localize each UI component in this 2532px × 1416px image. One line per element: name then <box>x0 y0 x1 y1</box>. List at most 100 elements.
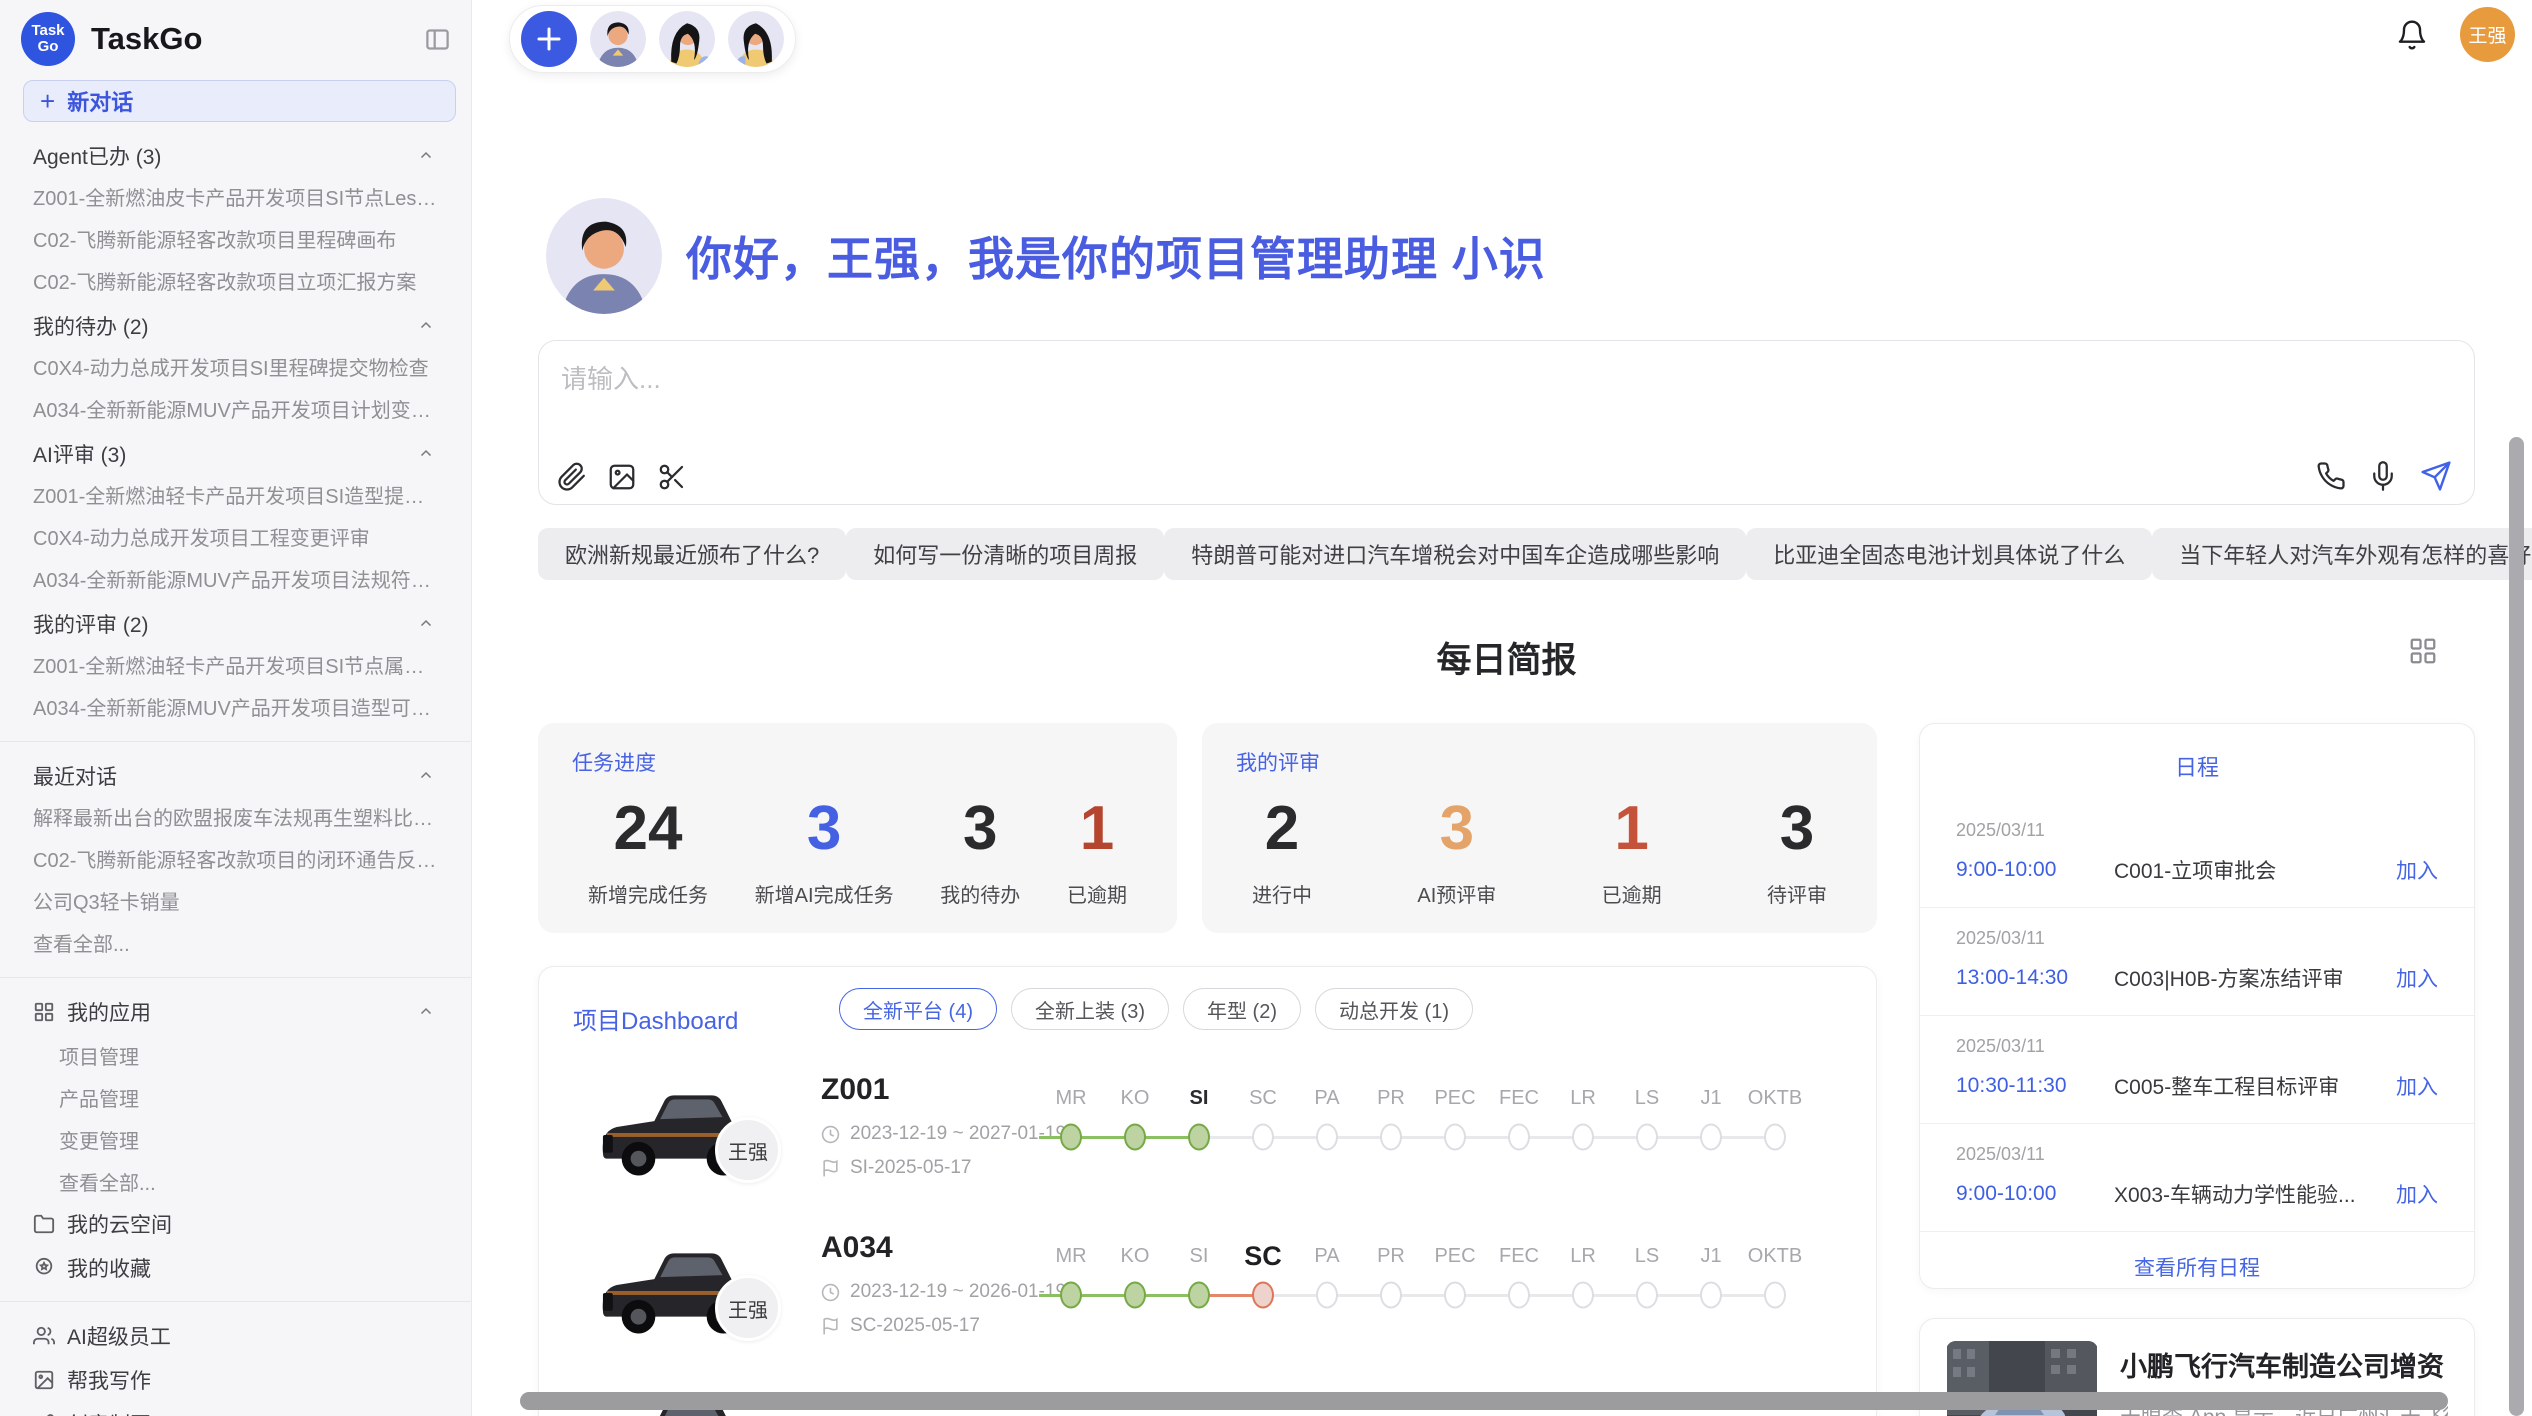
milestone: LR <box>1551 1239 1615 1317</box>
stat-value: 2 <box>1252 795 1312 863</box>
vertical-scrollbar[interactable] <box>2509 437 2524 1416</box>
suggestion-chip[interactable]: 欧洲新规最近颁布了什么? <box>538 528 846 580</box>
session-avatar-2[interactable] <box>659 11 715 67</box>
project-row[interactable]: 王强 Z001 2023-12-19 ~ 2027-01-19 SI-2025-… <box>539 1071 1876 1229</box>
microphone-button[interactable] <box>2368 460 2398 492</box>
suggestion-chip[interactable]: 特朗普可能对进口汽车增税会对中国车企造成哪些影响 <box>1164 528 1746 580</box>
stat: 3 待评审 <box>1767 795 1827 908</box>
milestone-dot <box>1252 1282 1274 1309</box>
sidebar-collapse-button[interactable] <box>424 26 451 53</box>
join-link[interactable]: 加入 <box>2396 963 2438 993</box>
stat: 1 已逾期 <box>1067 795 1127 908</box>
milestone-timeline: MR KO SI SC PA PR PEC FEC LR LS J1 OKTB <box>1039 1239 1807 1317</box>
project-row[interactable]: 王强 A034 2023-12-19 ~ 2026-01-19 SC-2025-… <box>539 1229 1876 1387</box>
suggestion-chip[interactable]: 当下年轻人对汽车外观有怎样的喜好趋势 <box>2152 528 2532 580</box>
stat-value: 3 <box>1767 795 1827 863</box>
attach-file-button[interactable] <box>557 462 587 492</box>
sidebar-item[interactable]: C02-飞腾新能源轻客改款项目立项汇报方案 <box>0 262 471 304</box>
sidebar-item-help-write[interactable]: 帮我写作 <box>0 1358 471 1402</box>
logo-text-bottom: Go <box>38 39 59 55</box>
filter-pill[interactable]: 动总开发 (1) <box>1315 988 1473 1030</box>
milestone-label: MR <box>1039 1239 1103 1273</box>
sidebar-item-favorites[interactable]: 我的收藏 <box>0 1246 471 1290</box>
sidebar-item[interactable]: Z001-全新燃油轻卡产品开发项目SI造型提交物评审 <box>0 476 471 518</box>
apps-view-all[interactable]: 查看全部... <box>0 1160 471 1202</box>
app-item-project-mgmt[interactable]: 项目管理 <box>0 1034 471 1076</box>
user-avatar[interactable]: 王强 <box>2460 7 2515 62</box>
join-link[interactable]: 加入 <box>2396 1179 2438 1209</box>
stat: 1 已逾期 <box>1602 795 1662 908</box>
filter-pill[interactable]: 年型 (2) <box>1183 988 1301 1030</box>
sidebar-item-creative-draw[interactable]: 创意制图 <box>0 1402 471 1416</box>
join-link[interactable]: 加入 <box>2396 855 2438 885</box>
session-avatar-3[interactable] <box>728 11 784 67</box>
greeting: 你好，王强，我是你的项目管理助理 小识 <box>546 198 1546 314</box>
session-avatar-1[interactable] <box>590 11 646 67</box>
milestone: SI <box>1167 1081 1231 1159</box>
join-link[interactable]: 加入 <box>2396 1071 2438 1101</box>
stat-label: 新增完成任务 <box>588 879 708 908</box>
view-all-schedule-link[interactable]: 查看所有日程 <box>1920 1231 2474 1304</box>
image-icon <box>607 462 637 492</box>
send-button[interactable] <box>2420 460 2452 492</box>
add-session-button[interactable] <box>521 11 577 67</box>
section-my-review[interactable]: 我的评审 (2) <box>0 602 471 646</box>
recent-chat-item[interactable]: 解释最新出台的欧盟报废车法规再生塑料比例被调至15%... <box>0 798 471 840</box>
filter-pill[interactable]: 全新上装 (3) <box>1011 988 1169 1030</box>
milestone-track <box>1423 1115 1487 1159</box>
section-agent-done[interactable]: Agent已办 (3) <box>0 134 471 178</box>
badge-star-icon <box>33 1257 55 1279</box>
briefing-layout-button[interactable] <box>2408 636 2438 666</box>
sidebar-item-ai-employees[interactable]: AI超级员工 <box>0 1314 471 1358</box>
milestone-dot <box>1700 1282 1722 1309</box>
app-item-product-mgmt[interactable]: 产品管理 <box>0 1076 471 1118</box>
milestone-label: OKTB <box>1743 1081 1807 1115</box>
suggestion-chip[interactable]: 如何写一份清晰的项目周报 <box>846 528 1164 580</box>
voice-call-button[interactable] <box>2316 460 2346 492</box>
suggestion-chip[interactable]: 比亚迪全固态电池计划具体说了什么 <box>1746 528 2152 580</box>
recent-view-all[interactable]: 查看全部... <box>0 924 471 966</box>
milestone-track <box>1743 1115 1807 1159</box>
attach-image-button[interactable] <box>607 462 637 492</box>
section-my-todo[interactable]: 我的待办 (2) <box>0 304 471 348</box>
sidebar-item[interactable]: A034-全新新能源MUV产品开发项目计划变更表编写 <box>0 390 471 432</box>
milestone-dot <box>1636 1282 1658 1309</box>
section-ai-review[interactable]: AI评审 (3) <box>0 432 471 476</box>
screenshot-button[interactable] <box>657 462 687 492</box>
sidebar-item-label: 我的应用 <box>67 997 151 1027</box>
recent-chat-item[interactable]: C02-飞腾新能源轻客改款项目的闭环通告反馈情况 <box>0 840 471 882</box>
new-chat-button[interactable]: + 新对话 <box>23 80 456 122</box>
assistant-avatar <box>546 198 662 314</box>
milestone-timeline: MR KO SI SC PA PR PEC FEC LR LS J1 OKTB <box>1039 1081 1807 1159</box>
milestone-label: OKTB <box>1743 1239 1807 1273</box>
avatar-image <box>728 11 784 67</box>
recent-chat-item[interactable]: 公司Q3轻卡销量 <box>0 882 471 924</box>
milestone-track <box>1615 1273 1679 1317</box>
app-item-change-mgmt[interactable]: 变更管理 <box>0 1118 471 1160</box>
sidebar-item-my-apps[interactable]: 我的应用 <box>0 990 471 1034</box>
dashboard-title: 项目Dashboard <box>573 1001 738 1036</box>
section-recent-chats[interactable]: 最近对话 <box>0 754 471 798</box>
horizontal-scrollbar[interactable] <box>520 1392 2448 1410</box>
milestone-track <box>1103 1273 1167 1317</box>
filter-pill[interactable]: 全新平台 (4) <box>839 988 997 1030</box>
milestone-dot <box>1124 1282 1146 1309</box>
plus-icon <box>534 24 564 54</box>
milestone-track <box>1231 1115 1295 1159</box>
notifications-button[interactable] <box>2396 19 2428 51</box>
milestone: FEC <box>1487 1239 1551 1317</box>
sidebar-item[interactable]: Z001-全新燃油轻卡产品开发项目SI节点属性5D文件评审 <box>0 646 471 688</box>
sidebar-item-cloud-space[interactable]: 我的云空间 <box>0 1202 471 1246</box>
sidebar-item[interactable]: A034-全新新能源MUV产品开发项目法规符合性评审 <box>0 560 471 602</box>
sidebar-item[interactable]: C0X4-动力总成开发项目工程变更评审 <box>0 518 471 560</box>
milestone-dot <box>1188 1124 1210 1151</box>
milestone-dot <box>1764 1124 1786 1151</box>
sidebar-item[interactable]: C0X4-动力总成开发项目SI里程碑提交物检查 <box>0 348 471 390</box>
stat-label: 待评审 <box>1767 879 1827 908</box>
sidebar-item[interactable]: A034-全新新能源MUV产品开发项目造型可行性评审 <box>0 688 471 730</box>
sidebar-item[interactable]: Z001-全新燃油皮卡产品开发项目SI节点Lesson Learn报告 <box>0 178 471 220</box>
event-title: C005-整车工程目标评审 <box>2114 1071 2396 1101</box>
schedule-title: 日程 <box>1920 724 2474 800</box>
chat-input[interactable] <box>561 359 2441 449</box>
sidebar-item[interactable]: C02-飞腾新能源轻客改款项目里程碑画布 <box>0 220 471 262</box>
